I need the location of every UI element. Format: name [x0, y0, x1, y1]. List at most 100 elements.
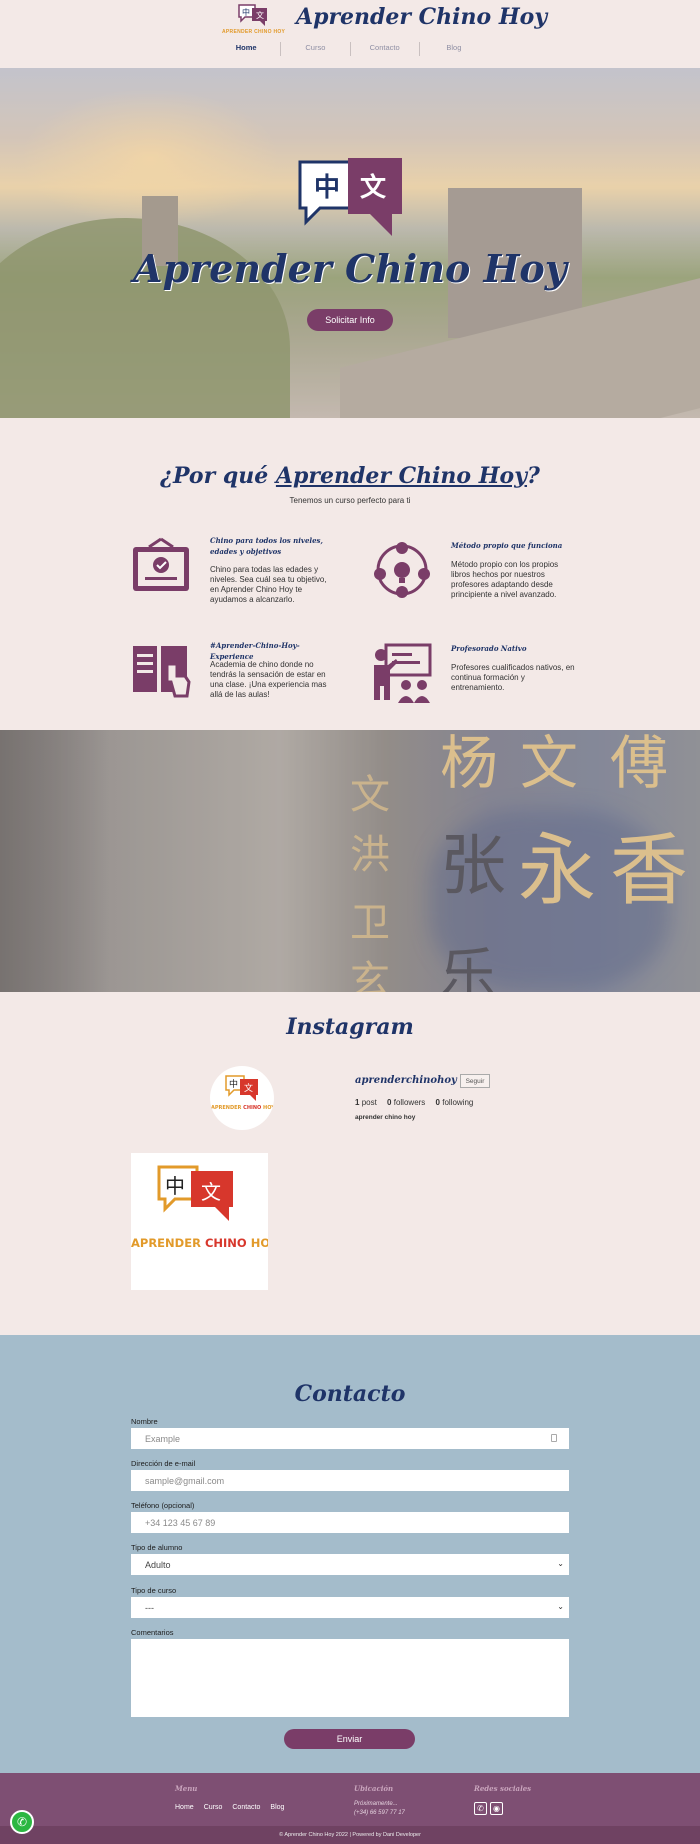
feature-method-text: Método propio con los propios libros hec… — [451, 560, 559, 599]
logo-icon[interactable]: 中 文 — [236, 2, 270, 30]
phone-field[interactable]: +34 123 45 67 89 — [131, 1512, 569, 1533]
nav-blog[interactable]: Blog — [420, 42, 488, 56]
avatar-char-wen: 文 — [244, 1082, 253, 1094]
name-field[interactable]: Example — [131, 1428, 569, 1449]
feature-teachers-title: Profesorado Nativo — [451, 644, 527, 653]
feature-method-title: Método propio que funciona — [451, 541, 563, 550]
course-type-label: Tipo de curso — [131, 1586, 177, 1595]
email-placeholder: sample@gmail.com — [145, 1475, 225, 1486]
footer-address: Próximamente... (+34) 66 597 77 17 — [354, 1800, 405, 1818]
instagram-social-icon[interactable]: ◉ — [490, 1802, 503, 1815]
feature-experience-text: Academia de chino donde no tendrás la se… — [210, 660, 327, 699]
logo-char-wen: 文 — [256, 10, 264, 20]
post-char-wen: 文 — [201, 1180, 221, 1204]
feature-levels-title: Chino para todos los niveles, edades y o… — [210, 536, 323, 556]
footer-link-home[interactable]: Home — [175, 1804, 194, 1811]
post-logo-text: APRENDER CHINO HOY — [131, 1236, 268, 1250]
autofill-key-icon[interactable] — [551, 1434, 557, 1442]
footer-location-title: Ubicación — [354, 1784, 394, 1793]
chevron-down-icon: ⌄ — [557, 1602, 564, 1611]
chinese-characters-banner: 杨 文 傅 张 永 香 文 洪 卫 乐 玄 — [0, 730, 700, 992]
why-subtitle: Tenemos un curso perfecto para ti — [289, 496, 411, 505]
follow-button[interactable]: Seguir — [460, 1074, 490, 1088]
email-label: Dirección de e-mail — [131, 1459, 196, 1468]
feature-experience: #Aprender-Chino-Hoy-Experience Academia … — [131, 640, 371, 720]
instagram-post[interactable]: 中 文 APRENDER CHINO HOY — [131, 1153, 268, 1290]
phone-placeholder: +34 123 45 67 89 — [145, 1517, 216, 1528]
book-touch-icon — [133, 646, 191, 698]
hero-banner: 中 文 Aprender Chino Hoy Solicitar Info — [0, 68, 700, 418]
instagram-username[interactable]: aprenderchinohoy — [355, 1075, 457, 1086]
instagram-stats: 1 post 0 followers 0 following — [355, 1098, 473, 1107]
comments-textarea[interactable] — [131, 1639, 569, 1717]
posts-label: post — [361, 1098, 377, 1107]
why-title-suffix: ? — [527, 463, 540, 489]
band-overlay — [0, 730, 700, 992]
site-title[interactable]: Aprender Chino Hoy — [296, 4, 547, 30]
site-footer: Menu Home Curso Contacto Blog Ubicación … — [0, 1773, 700, 1844]
feature-levels: Chino para todos los niveles, edades y o… — [131, 535, 371, 615]
feature-levels-text: Chino para todas las edades y niveles. S… — [210, 565, 327, 604]
followers-label: followers — [393, 1098, 426, 1107]
student-type-value: Adulto — [145, 1559, 171, 1570]
why-title-link[interactable]: Aprender Chino Hoy — [276, 463, 527, 489]
whatsapp-social-icon[interactable]: ✆ — [474, 1802, 487, 1815]
contact-section: Contacto Nombre Example Dirección de e-m… — [0, 1335, 700, 1773]
student-type-select[interactable]: Adulto ⌄ — [131, 1554, 569, 1575]
certificate-icon — [133, 537, 189, 591]
nav-home[interactable]: Home — [212, 42, 282, 56]
feature-teachers-text: Profesores cualificados nativos, en cont… — [451, 663, 575, 692]
team-idea-icon — [374, 542, 430, 598]
avatar-char-zhong: 中 — [229, 1078, 238, 1090]
logo-text: APRENDER CHINO HOY — [222, 29, 286, 35]
comments-label: Comentarios — [131, 1628, 174, 1637]
hero-logo-zhong: 中 — [314, 173, 340, 203]
footer-phone: (+34) 66 597 77 17 — [354, 1810, 405, 1816]
name-placeholder: Example — [145, 1433, 181, 1444]
course-type-value: --- — [145, 1602, 154, 1613]
hero-logo-wen: 文 — [360, 172, 387, 203]
why-title-prefix: ¿Por qué — [160, 463, 276, 489]
site-header: 中 文 APRENDER CHINO HOY Aprender Chino Ho… — [0, 0, 700, 68]
following-label: following — [442, 1098, 474, 1107]
footer-menu-title: Menu — [175, 1784, 198, 1793]
name-label: Nombre — [131, 1417, 158, 1426]
footer-link-contacto[interactable]: Contacto — [232, 1804, 260, 1811]
student-type-label: Tipo de alumno — [131, 1543, 183, 1552]
instagram-display-name: aprender chino hoy — [355, 1114, 416, 1121]
contact-title: Contacto — [294, 1381, 406, 1407]
course-type-select[interactable]: --- ⌄ — [131, 1597, 569, 1618]
teacher-icon — [374, 643, 432, 703]
feature-method: Método propio que funciona Método propio… — [372, 540, 612, 620]
footer-link-curso[interactable]: Curso — [204, 1804, 223, 1811]
avatar-logo-text: APRENDER CHINO HOY — [211, 1105, 274, 1111]
avatar-logo-icon: 中 文 APRENDER CHINO HOY — [211, 1075, 274, 1111]
whatsapp-float-icon[interactable]: ✆ — [10, 1810, 34, 1834]
logo-char-zhong: 中 — [242, 7, 250, 17]
email-field[interactable]: sample@gmail.com — [131, 1470, 569, 1491]
instagram-avatar[interactable]: 中 文 APRENDER CHINO HOY — [210, 1066, 274, 1130]
followers-count: 0 — [387, 1098, 392, 1107]
posts-count: 1 — [355, 1098, 360, 1107]
post-logo-icon: 中 文 APRENDER CHINO HOY — [131, 1165, 268, 1250]
why-title: ¿Por qué Aprender Chino Hoy? — [0, 463, 700, 489]
feature-teachers: Profesorado Nativo Profesores cualificad… — [372, 643, 612, 723]
copyright: © Aprender Chino Hoy 2022 | Powered by D… — [0, 1826, 700, 1844]
post-char-zhong: 中 — [165, 1174, 185, 1198]
solicitar-info-button[interactable]: Solicitar Info — [307, 309, 393, 331]
footer-link-blog[interactable]: Blog — [270, 1804, 284, 1811]
following-count: 0 — [435, 1098, 440, 1107]
footer-menu: Home Curso Contacto Blog — [175, 1804, 284, 1811]
feature-experience-title: #Aprender-Chino-Hoy-Experience — [210, 641, 300, 661]
main-nav: Home Curso Contacto Blog — [212, 42, 488, 56]
hero-title: Aprender Chino Hoy — [133, 246, 567, 291]
footer-address-line: Próximamente... — [354, 1801, 398, 1807]
footer-social-title: Redes sociales — [474, 1784, 532, 1793]
nav-curso[interactable]: Curso — [281, 42, 351, 56]
send-button[interactable]: Enviar — [284, 1729, 415, 1749]
hero-logo-icon: 中 文 — [298, 158, 402, 236]
chevron-down-icon: ⌄ — [557, 1559, 564, 1568]
phone-label: Teléfono (opcional) — [131, 1501, 195, 1510]
nav-contacto[interactable]: Contacto — [351, 42, 420, 56]
hero-overlay — [0, 68, 700, 418]
